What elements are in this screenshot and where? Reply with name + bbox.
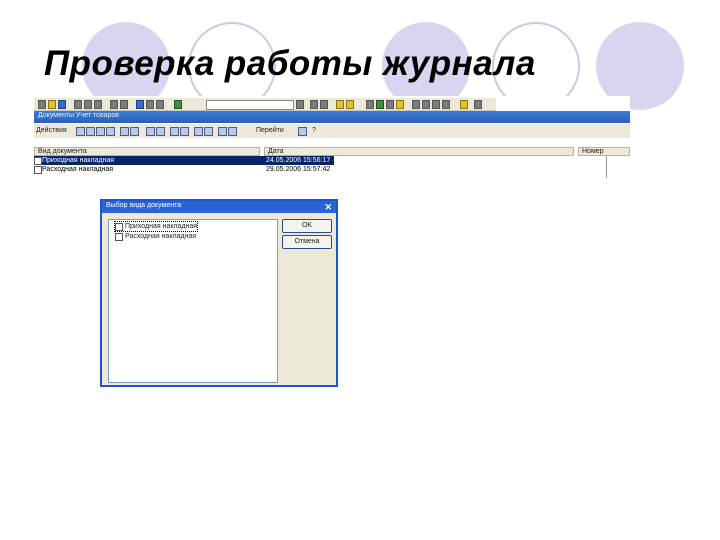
column-header-date[interactable]: Дата [264,147,574,156]
select-document-type-dialog: Выбор вида документа ✕ Приходная накладн… [100,199,338,387]
export-icon[interactable] [228,127,237,136]
cancel-button[interactable]: Отмена [282,235,332,249]
document-window-titlebar: Документы Учет товаров [34,111,630,123]
calendar-icon[interactable] [386,100,394,109]
undo-icon[interactable] [146,100,154,109]
cut-icon[interactable] [74,100,82,109]
list-item[interactable]: Приходная накладная [113,221,199,232]
memory-recall-icon[interactable] [432,100,440,109]
print-icon[interactable] [110,100,118,109]
redo-icon[interactable] [156,100,164,109]
column-header-number[interactable]: Номер [578,147,630,156]
memory-clear-icon[interactable] [442,100,450,109]
delete-icon[interactable] [106,127,115,136]
open-folder-icon[interactable] [48,100,56,109]
document-type-list[interactable]: Приходная накладная Расходная накладная [108,219,278,383]
dialog-title: Выбор вида документа [106,202,182,209]
row-type: Приходная накладная [42,157,115,164]
list-item[interactable]: Расходная накладная [115,232,196,241]
app-screenshot: Документы Учет товаров Действия Перейти … [30,96,630,186]
help-book-icon[interactable] [174,100,182,109]
document-icon [115,233,123,241]
post-icon[interactable] [120,127,129,136]
save-icon[interactable] [58,100,66,109]
document-window-title: Документы Учет товаров [38,112,119,119]
preview-icon[interactable] [120,100,128,109]
filter-off-icon[interactable] [156,127,165,136]
close-icon[interactable]: ✕ [324,201,332,213]
actions-menu[interactable]: Действия [36,127,67,134]
search-icon[interactable] [310,100,318,109]
row-type: Расходная накладная [42,166,114,173]
goto-menu[interactable]: Перейти [256,127,284,134]
document-icon [34,157,42,165]
goto-doc-icon[interactable] [298,127,307,136]
combo-dropdown-icon[interactable] [296,100,304,109]
filter-icon[interactable] [146,127,155,136]
toolbar-combo[interactable] [206,100,294,110]
sort-asc-icon[interactable] [170,127,179,136]
memory-minus-icon[interactable] [422,100,430,109]
copy-icon[interactable] [84,100,92,109]
help-button[interactable]: ? [312,127,316,134]
list-item-label: Расходная накладная [125,233,197,240]
ok-button[interactable]: OK [282,219,332,233]
structure-icon[interactable] [204,127,213,136]
table-row[interactable]: Приходная накладная 24.05.2006 15:56:17 [34,156,334,165]
journal-toolbar: Действия Перейти ? [34,124,630,138]
search-next-icon[interactable] [320,100,328,109]
unpost-icon[interactable] [130,127,139,136]
table-row[interactable]: Расходная накладная 29.05.2006 15:57:42 [34,165,334,174]
table-icon[interactable] [366,100,374,109]
document-icon [115,223,123,231]
calculator-icon[interactable] [376,100,384,109]
folder-icon[interactable] [336,100,344,109]
list-item-label: Приходная накладная [125,223,198,230]
sort-desc-icon[interactable] [180,127,189,136]
note-icon[interactable] [396,100,404,109]
refresh-icon[interactable] [194,127,203,136]
memory-plus-icon[interactable] [412,100,420,109]
print-list-icon[interactable] [218,127,227,136]
column-header-type[interactable]: Вид документа [34,147,260,156]
edit-icon[interactable] [96,127,105,136]
row-date: 29.05.2006 15:57:42 [266,166,331,173]
row-date: 24.05.2006 15:56:17 [266,157,331,164]
find-icon[interactable] [136,100,144,109]
toolbar-options-icon[interactable] [474,100,482,109]
dialog-titlebar: Выбор вида документа ✕ [102,201,336,213]
properties-icon[interactable] [346,100,354,109]
paste-icon[interactable] [94,100,102,109]
context-help-icon[interactable] [460,100,468,109]
add-icon[interactable] [76,127,85,136]
document-icon [34,166,42,174]
main-toolbar [34,98,496,111]
journal-table: Вид документа Дата Номер Приходная накла… [34,147,630,187]
column-divider [606,156,607,178]
copy-row-icon[interactable] [86,127,95,136]
slide-title: Проверка работы журнала [44,44,536,83]
new-document-icon[interactable] [38,100,46,109]
